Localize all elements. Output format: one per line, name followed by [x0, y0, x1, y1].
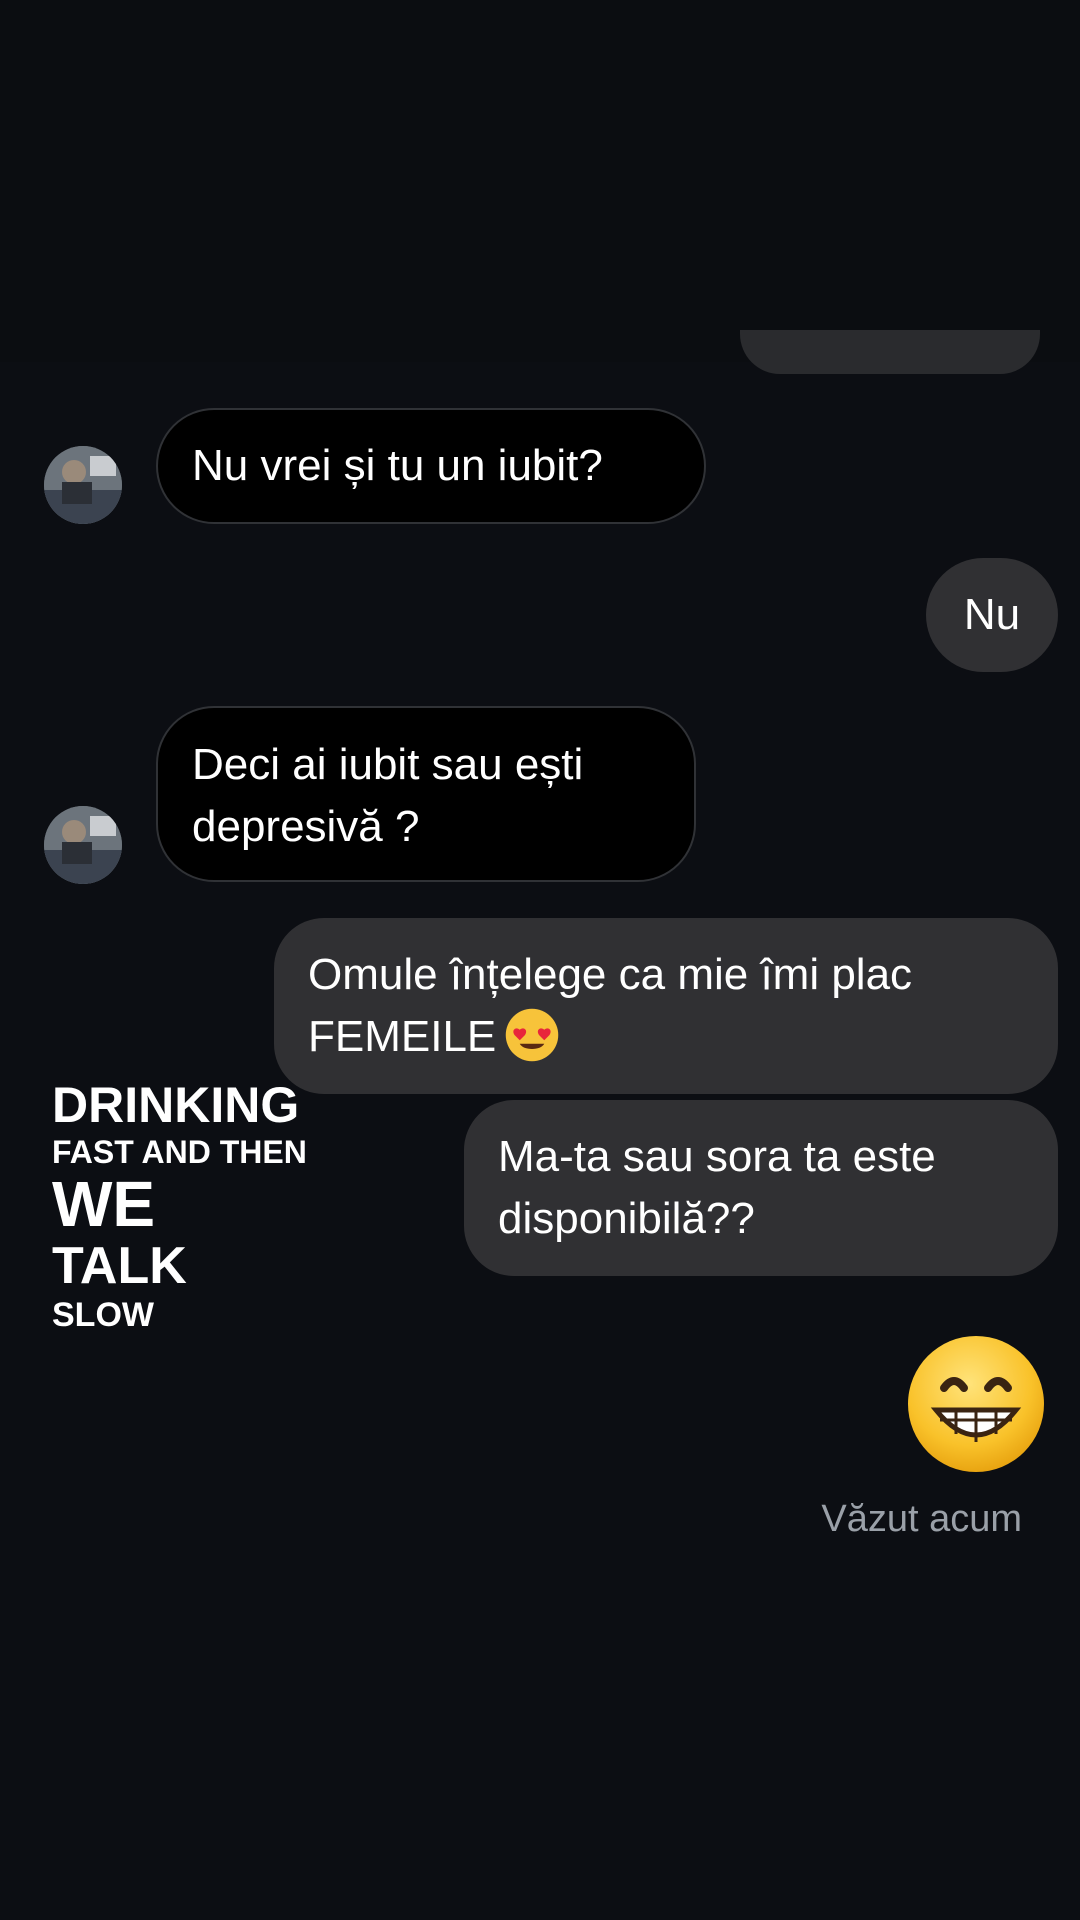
grinning-face-emoji-icon[interactable]	[906, 1334, 1046, 1474]
seen-status: Văzut acum	[821, 1498, 1022, 1540]
outgoing-message[interactable]: Ma-ta sau sora ta este disponibilă??	[464, 1100, 1058, 1276]
incoming-message[interactable]: Deci ai iubit sau ești depresivă ?	[156, 706, 696, 882]
sticker-line: FAST AND THEN	[52, 1134, 307, 1170]
text-sticker: DRINKING FAST AND THEN WE TALK SLOW	[52, 1080, 307, 1332]
sticker-line: DRINKING	[52, 1077, 300, 1133]
message-text: Nu	[963, 590, 1021, 639]
message-text: Nu vrei și tu un iubit?	[192, 441, 603, 490]
message-text: Omule înțelege ca mie îmi plac FEMEILE	[308, 950, 913, 1061]
heart-eyes-emoji-icon	[506, 1008, 559, 1062]
top-empty-area	[0, 0, 1080, 362]
contact-avatar[interactable]	[44, 446, 122, 524]
incoming-message[interactable]: Nu vrei și tu un iubit?	[156, 408, 706, 524]
previous-message-bubble-clipped[interactable]	[740, 330, 1040, 374]
message-text: Deci ai iubit sau ești depresivă ?	[192, 740, 584, 851]
sticker-line: SLOW	[52, 1296, 154, 1334]
sticker-line: WE	[52, 1168, 156, 1240]
outgoing-message[interactable]: Nu	[926, 558, 1058, 672]
outgoing-message[interactable]: Omule înțelege ca mie îmi plac FEMEILE	[274, 918, 1058, 1094]
sticker-line: TALK	[52, 1237, 187, 1295]
contact-avatar[interactable]	[44, 806, 122, 884]
message-text: Ma-ta sau sora ta este disponibilă??	[498, 1132, 936, 1243]
